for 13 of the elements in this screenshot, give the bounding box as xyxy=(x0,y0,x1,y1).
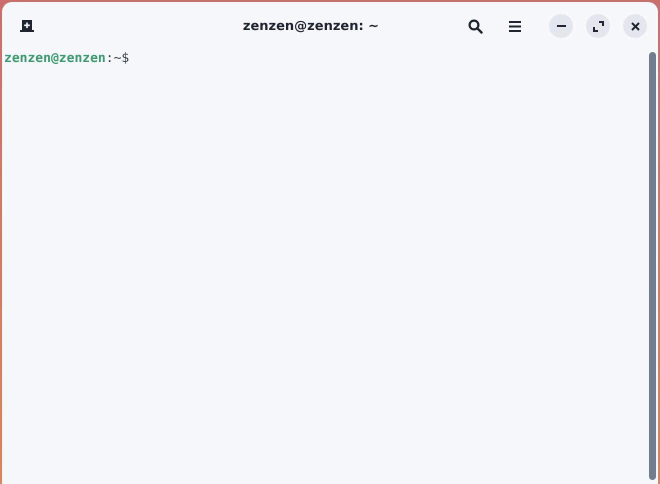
maximize-icon xyxy=(592,20,604,32)
menu-icon xyxy=(509,20,521,32)
minimize-button[interactable] xyxy=(549,14,573,38)
new-tab-icon xyxy=(20,20,34,32)
close-icon xyxy=(630,22,640,30)
prompt-user: zenzen@zenzen xyxy=(4,51,106,66)
scrollbar[interactable] xyxy=(649,52,656,480)
close-button[interactable] xyxy=(623,14,647,38)
search-icon xyxy=(468,18,482,34)
prompt-path: :~$ xyxy=(106,51,130,66)
minimize-icon xyxy=(556,25,566,27)
maximize-button[interactable] xyxy=(586,14,610,38)
window-title: zenzen@zenzen: ~ xyxy=(242,18,380,34)
